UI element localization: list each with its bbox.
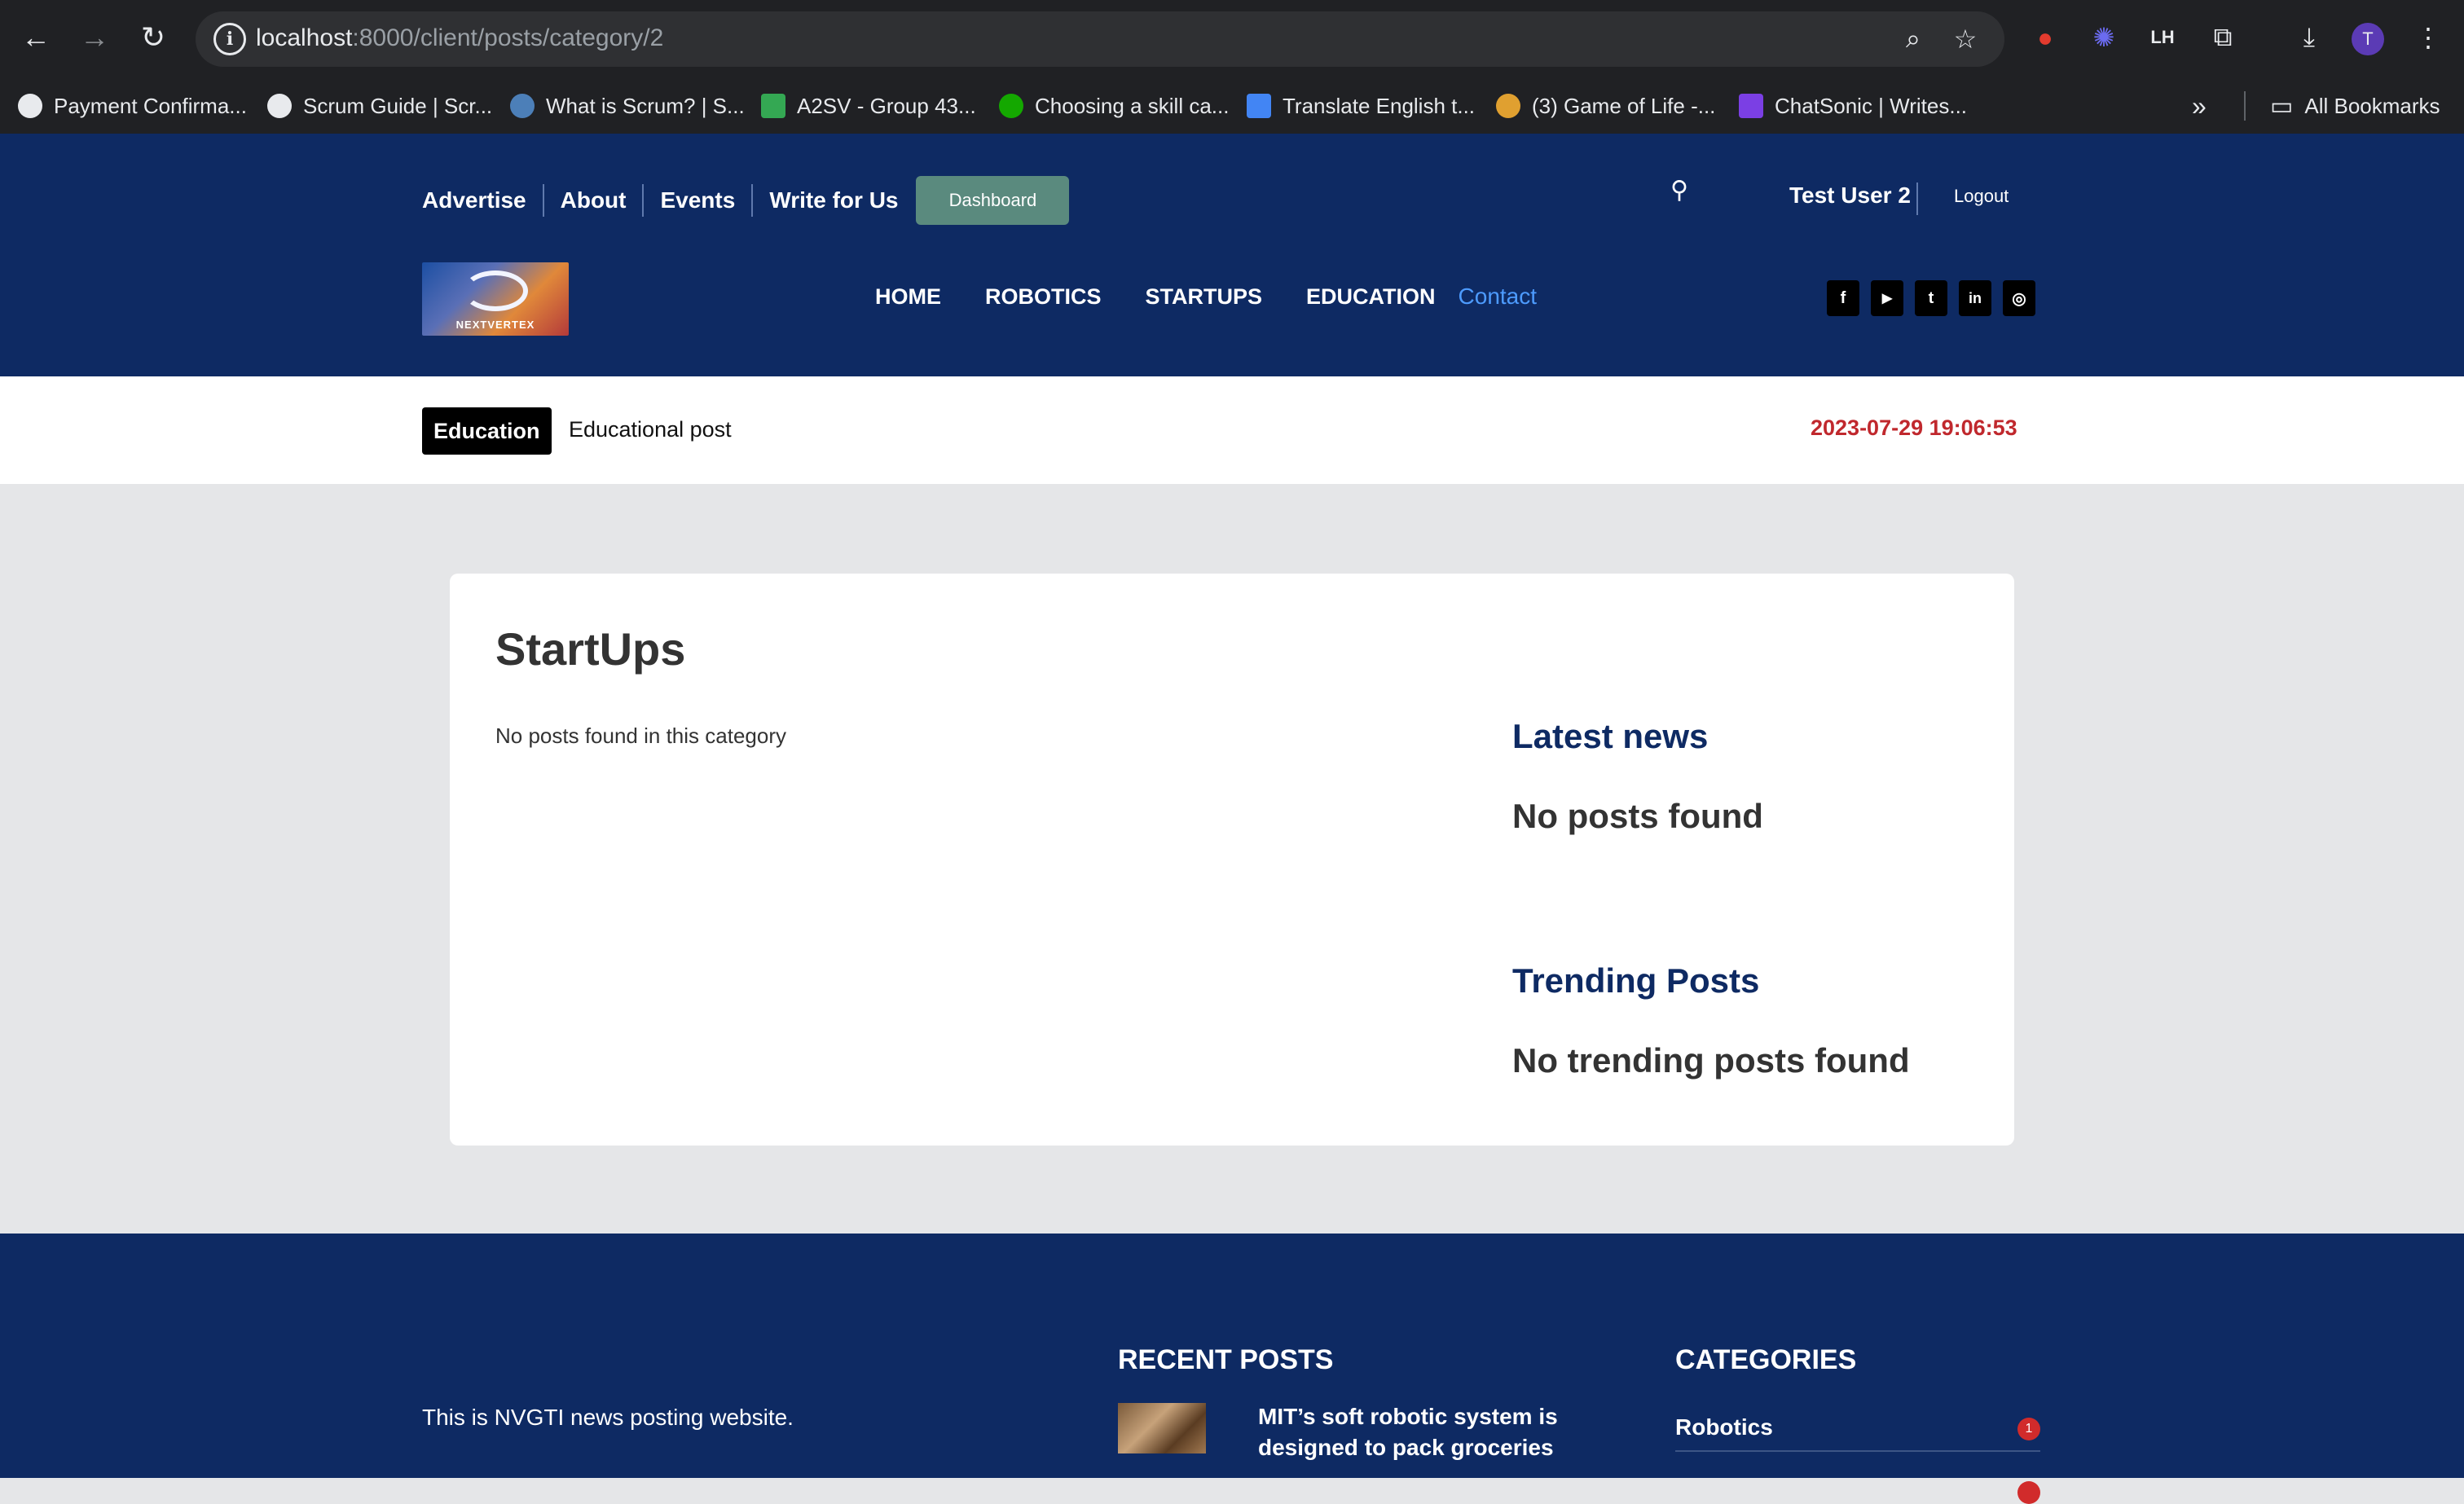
extension-asterisk-icon[interactable]: ✺ (2086, 20, 2122, 55)
bookmark-item[interactable]: What is Scrum? | S... (510, 90, 745, 122)
url-text[interactable]: localhost:8000/client/posts/category/2 (256, 24, 663, 52)
category-card: StartUps No posts found in this category… (450, 574, 2014, 1146)
bookmark-favicon-icon (999, 94, 1023, 118)
nav-write-for-us[interactable]: Write for Us (751, 184, 914, 217)
bookmark-item[interactable]: Payment Confirma... (18, 90, 247, 122)
bookmark-label: Choosing a skill ca... (1035, 93, 1230, 118)
facebook-icon[interactable]: f (1827, 280, 1859, 316)
empty-category-message: No posts found in this category (495, 723, 786, 748)
back-icon[interactable]: ← (13, 15, 59, 60)
site-logo[interactable]: NEXTVERTEX (422, 262, 569, 336)
youtube-icon[interactable]: ▶ (1871, 280, 1903, 316)
extensions-puzzle-icon[interactable]: ⧉ (2205, 20, 2241, 55)
bookmark-label: What is Scrum? | S... (546, 93, 745, 118)
nav-contact[interactable]: Contact (1459, 284, 1538, 310)
bookmark-favicon-icon (267, 94, 292, 118)
ticker-category-badge[interactable]: Education (422, 407, 552, 455)
nav-robotics[interactable]: ROBOTICS (985, 284, 1102, 310)
page-title: StartUps (495, 623, 686, 675)
bookmark-favicon-icon (1247, 94, 1271, 118)
bookmark-item[interactable]: Translate English t... (1247, 90, 1475, 122)
url-host: localhost (256, 24, 353, 51)
recent-posts-heading: RECENT POSTS (1118, 1344, 1334, 1375)
ticker-date: 2023-07-29 19:06:53 (1811, 416, 2017, 440)
nav-about[interactable]: About (542, 184, 643, 217)
dashboard-button[interactable]: Dashboard (916, 176, 1070, 225)
bookmark-label: ChatSonic | Writes... (1775, 93, 1968, 118)
bookmark-label: (3) Game of Life -... (1532, 93, 1716, 118)
site-header: Advertise About Events Write for Us Dash… (0, 134, 2464, 376)
bookmark-label: A2SV - Group 43... (797, 93, 976, 118)
category-count-badge (2017, 1481, 2040, 1504)
logout-link[interactable]: Logout (1954, 186, 2009, 207)
category-name: Robotics (1675, 1414, 1773, 1440)
download-icon[interactable]: ⤓ (2291, 20, 2327, 55)
browser-menu-icon[interactable]: ⋮ (2410, 20, 2446, 55)
ticker-post-title[interactable]: Educational post (569, 417, 732, 442)
nav-home[interactable]: HOME (875, 284, 941, 310)
search-icon[interactable]: ⚲ (1670, 176, 1688, 204)
folder-icon: ▭ (2270, 92, 2294, 120)
linkedin-icon[interactable]: in (1959, 280, 1991, 316)
all-bookmarks-button[interactable]: ▭ All Bookmarks (2270, 90, 2440, 122)
bookmark-item[interactable]: A2SV - Group 43... (761, 90, 976, 122)
logo-ring (463, 270, 528, 311)
nav-events[interactable]: Events (642, 184, 751, 217)
extension-lh-icon[interactable]: LH (2145, 20, 2180, 55)
bookmark-favicon-icon (1496, 94, 1520, 118)
bookmark-label: Scrum Guide | Scr... (303, 93, 493, 118)
categories-heading: CATEGORIES (1675, 1344, 1857, 1375)
extension-stop-icon[interactable]: ● (2027, 20, 2063, 55)
main-nav: HOME ROBOTICS STARTUPS EDUCATION Contact (875, 284, 1537, 310)
bookmark-favicon-icon (18, 94, 42, 118)
address-bar[interactable]: i localhost:8000/client/posts/category/2… (196, 11, 2004, 67)
browser-chrome: ← → ↻ i localhost:8000/client/posts/cate… (0, 0, 2464, 134)
category-item[interactable]: Robotics 1 (1675, 1414, 2040, 1452)
logo-wordmark: NEXTVERTEX (455, 319, 535, 331)
instagram-icon[interactable]: ◎ (2003, 280, 2035, 316)
bookmark-favicon-icon (510, 94, 535, 118)
header-divider (1916, 183, 1918, 215)
top-nav: Advertise About Events Write for Us Dash… (422, 176, 1070, 225)
bookmarks-bar: Payment Confirma... Scrum Guide | Scr...… (0, 81, 2464, 130)
latest-news-empty: No posts found (1512, 797, 1763, 835)
nav-startups[interactable]: STARTUPS (1146, 284, 1263, 310)
recent-post-thumbnail[interactable] (1118, 1403, 1206, 1453)
nav-education[interactable]: EDUCATION (1306, 284, 1436, 310)
bookmark-favicon-icon (761, 94, 785, 118)
recent-post-title[interactable]: MIT’s soft robotic system is designed to… (1258, 1401, 1600, 1463)
browser-toolbar: ← → ↻ i localhost:8000/client/posts/cate… (0, 0, 2464, 78)
bookmark-item[interactable]: ChatSonic | Writes... (1739, 90, 1967, 122)
bookmark-label: Translate English t... (1283, 93, 1476, 118)
social-links: f ▶ t in ◎ (1827, 280, 2035, 316)
url-path: :8000/client/posts/category/2 (352, 24, 664, 51)
reload-icon[interactable]: ↻ (130, 15, 176, 60)
bookmark-favicon-icon (1739, 94, 1763, 118)
bookmark-item[interactable]: Scrum Guide | Scr... (267, 90, 492, 122)
user-name: Test User 2 (1789, 183, 1911, 208)
category-count-badge: 1 (2017, 1418, 2040, 1440)
bookmark-item[interactable]: Choosing a skill ca... (999, 90, 1229, 122)
profile-avatar[interactable]: T (2352, 23, 2384, 55)
more-bookmarks-icon[interactable]: » (2192, 90, 2207, 122)
latest-news-heading: Latest news (1512, 717, 1709, 755)
category-item-partial[interactable] (1675, 1468, 2040, 1504)
forward-icon[interactable]: → (72, 15, 117, 60)
twitter-icon[interactable]: t (1915, 280, 1947, 316)
site-info-icon[interactable]: i (213, 23, 246, 55)
nav-advertise[interactable]: Advertise (422, 184, 543, 217)
trending-posts-heading: Trending Posts (1512, 961, 1760, 1000)
trending-posts-empty: No trending posts found (1512, 1041, 1910, 1080)
news-ticker: Education Educational post 2023-07-29 19… (0, 376, 2464, 484)
bookmarks-divider (2244, 91, 2246, 121)
footer-description: This is NVGTI news posting website. (422, 1405, 794, 1430)
site-footer: This is NVGTI news posting website. RECE… (0, 1234, 2464, 1504)
bookmark-star-icon[interactable]: ☆ (1947, 21, 1983, 57)
all-bookmarks-label: All Bookmarks (2304, 93, 2440, 118)
bookmark-item[interactable]: (3) Game of Life -... (1496, 90, 1715, 122)
bookmark-label: Payment Confirma... (54, 93, 247, 118)
zoom-icon[interactable]: ⌕ (1895, 21, 1931, 57)
